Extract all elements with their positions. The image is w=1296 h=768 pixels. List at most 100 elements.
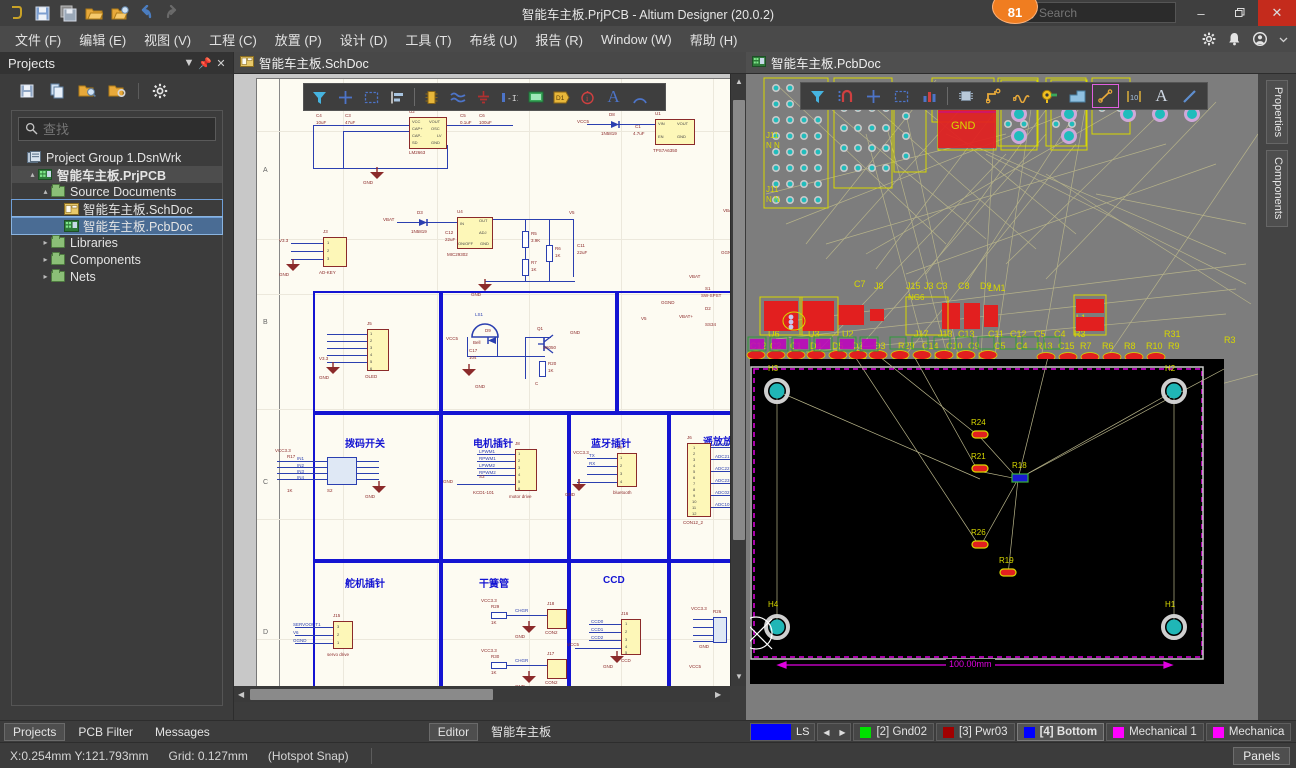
resistor-r7[interactable] — [522, 259, 529, 276]
component-j16[interactable] — [621, 619, 641, 655]
menu-reports[interactable]: 报告 (R) — [526, 27, 592, 52]
restore-button[interactable] — [1220, 0, 1258, 26]
component-j18[interactable] — [547, 609, 567, 629]
resistor-r20[interactable] — [539, 361, 546, 377]
menu-project[interactable]: 工程 (C) — [200, 27, 266, 52]
bottom-tab-board[interactable]: 智能车主板 — [482, 723, 560, 741]
place-part-icon[interactable] — [419, 85, 444, 109]
place-sheet-symbol-icon[interactable] — [523, 85, 548, 109]
pcb-canvas[interactable]: GND J11 N N NG6 J8 J15 J3 C3 C8 D9 C7 U6… — [746, 74, 1258, 722]
filter-icon[interactable] — [804, 84, 831, 108]
close-button[interactable]: ✕ — [1258, 0, 1296, 26]
vertical-scroll-thumb[interactable] — [733, 100, 745, 540]
scroll-right-arrow[interactable]: ▶ — [715, 690, 721, 699]
menu-view[interactable]: 视图 (V) — [135, 27, 200, 52]
compile-mask-icon[interactable]: i — [575, 85, 600, 109]
place-fill-icon[interactable] — [1064, 84, 1091, 108]
minimize-button[interactable]: – — [1182, 0, 1220, 26]
menu-route[interactable]: 布线 (U) — [461, 27, 527, 52]
resistor-r29[interactable] — [491, 612, 507, 619]
scroll-left-arrow[interactable]: ◀ — [238, 690, 244, 699]
panels-button[interactable]: Panels — [1233, 747, 1290, 765]
layer-stack-icon[interactable] — [916, 84, 943, 108]
menu-window[interactable]: Window (W) — [592, 29, 681, 50]
layer-tab-bottom[interactable]: [4] Bottom — [1016, 723, 1105, 741]
resistor-r5[interactable] — [522, 231, 529, 248]
place-power-port-icon[interactable]: -III — [497, 85, 522, 109]
tree-item-project-group[interactable]: Project Group 1.DsnWrk — [12, 149, 222, 166]
tree-item-schdoc[interactable]: 智能车主板.SchDoc — [11, 199, 223, 218]
horizontal-scroll-thumb[interactable] — [250, 689, 493, 700]
component-j15[interactable] — [333, 621, 353, 649]
open-project-icon[interactable] — [108, 2, 132, 24]
schematic-vertical-scrollbar[interactable]: ▲ ▼ — [730, 74, 746, 686]
component-r26-network[interactable] — [713, 617, 727, 643]
save-all-icon[interactable] — [56, 2, 80, 24]
resistor-r6[interactable] — [546, 245, 553, 262]
menu-edit[interactable]: 编辑 (E) — [70, 27, 135, 52]
find-box[interactable] — [18, 117, 216, 141]
tree-item-components[interactable]: ▸ Components — [12, 251, 222, 268]
schematic-canvas[interactable]: A B C D U2 LM2663 VCC VOUT CAP+ OSC CAP-… — [234, 74, 730, 702]
select-area-icon[interactable] — [359, 85, 384, 109]
chevron-down-icon[interactable] — [1279, 36, 1288, 43]
panel-tab-components[interactable]: Components — [1266, 150, 1288, 227]
place-component-icon[interactable] — [952, 84, 979, 108]
place-dimension-icon[interactable]: 10 — [1120, 84, 1147, 108]
open-folder-search-icon[interactable] — [76, 80, 98, 102]
menu-file[interactable]: 文件 (F) — [6, 27, 70, 52]
save-icon[interactable] — [16, 80, 38, 102]
crosshair-place-icon[interactable] — [860, 84, 887, 108]
copy-icon[interactable] — [46, 80, 68, 102]
redo-icon[interactable] — [160, 2, 184, 24]
transistor-q1[interactable] — [537, 333, 557, 355]
tree-item-pcb-project[interactable]: ▴ 智能车主板.PrjPCB — [12, 166, 222, 183]
place-gnd-icon[interactable] — [471, 85, 496, 109]
find-input[interactable] — [43, 121, 193, 137]
layer-tab-gnd02[interactable]: [2] Gnd02 — [853, 723, 934, 741]
bell-icon[interactable] — [1228, 32, 1241, 46]
place-string-icon[interactable]: A — [1148, 84, 1175, 108]
interactive-route-icon[interactable] — [980, 84, 1007, 108]
menu-help[interactable]: 帮助 (H) — [681, 27, 747, 52]
menu-tools[interactable]: 工具 (T) — [396, 27, 460, 52]
menu-design[interactable]: 设计 (D) — [331, 27, 397, 52]
scroll-up-arrow[interactable]: ▲ — [735, 77, 743, 86]
layer-set-selector[interactable]: LS — [750, 723, 816, 741]
altium-logo-icon[interactable] — [4, 2, 28, 24]
component-s2[interactable] — [327, 457, 357, 485]
place-port-icon[interactable]: D1 — [549, 85, 574, 109]
bottom-tab-editor[interactable]: Editor — [428, 722, 479, 741]
place-wire-icon[interactable] — [445, 85, 470, 109]
align-icon[interactable] — [385, 85, 410, 109]
resistor-r30[interactable] — [491, 662, 507, 669]
open-icon[interactable] — [82, 2, 106, 24]
pcb-document-tab[interactable]: 智能车主板.PcbDoc — [746, 52, 1296, 74]
place-arc-icon[interactable] — [627, 85, 652, 109]
bottom-tab-messages[interactable]: Messages — [146, 723, 219, 741]
select-area-icon[interactable] — [888, 84, 915, 108]
save-icon[interactable] — [30, 2, 54, 24]
magnet-snap-icon[interactable] — [832, 84, 859, 108]
chevron-down-icon[interactable]: ▼ — [181, 57, 197, 69]
tree-arrow[interactable]: ▴ — [27, 170, 38, 179]
tree-arrow[interactable]: ▸ — [40, 238, 51, 247]
menu-place[interactable]: 放置 (P) — [266, 27, 331, 52]
place-text-icon[interactable]: A — [601, 85, 626, 109]
component-j17[interactable] — [547, 659, 567, 679]
place-track-icon[interactable] — [1176, 84, 1203, 108]
filter-icon[interactable] — [307, 85, 332, 109]
close-icon[interactable]: ✕ — [213, 57, 229, 70]
tree-item-pcbdoc[interactable]: 智能车主板.PcbDoc — [11, 216, 223, 235]
tree-item-nets[interactable]: ▸ Nets — [12, 268, 222, 285]
account-icon[interactable] — [1253, 32, 1267, 46]
tree-arrow[interactable]: ▸ — [40, 255, 51, 264]
sheet-block-rowb-3[interactable] — [617, 291, 730, 413]
layer-prev-button[interactable]: ◀ — [818, 724, 834, 740]
component-j6[interactable] — [687, 443, 711, 517]
place-line-selected-icon[interactable] — [1092, 84, 1119, 108]
tree-item-libraries[interactable]: ▸ Libraries — [12, 234, 222, 251]
panel-tab-properties[interactable]: Properties — [1266, 80, 1288, 145]
tree-arrow[interactable]: ▴ — [40, 187, 51, 196]
differential-pair-route-icon[interactable] — [1008, 84, 1035, 108]
